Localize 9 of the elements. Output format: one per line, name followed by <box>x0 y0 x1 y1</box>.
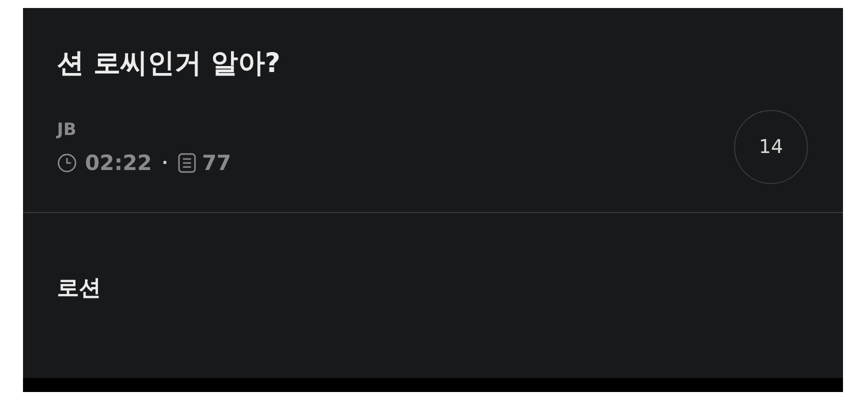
comment-count[interactable]: 14 <box>734 110 808 184</box>
clock-icon <box>57 153 77 173</box>
post-time: 02:22 <box>85 150 152 176</box>
separator-dot: · <box>162 152 168 174</box>
post-body: 로션 <box>57 275 101 303</box>
view-count: 77 <box>202 150 232 176</box>
author-name: JB <box>57 119 76 142</box>
document-icon <box>178 153 196 173</box>
post-title: 션 로씨인거 알아? <box>57 47 282 81</box>
